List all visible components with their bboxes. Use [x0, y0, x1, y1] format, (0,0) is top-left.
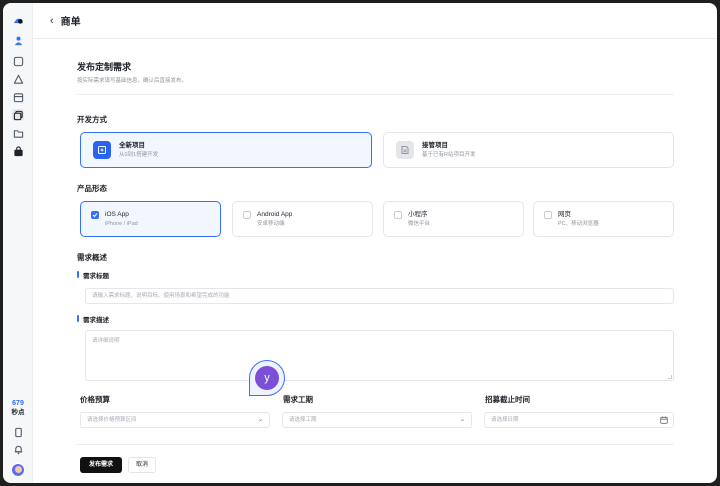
cloud-icon[interactable]	[12, 73, 24, 85]
period-select[interactable]: 请选择工期 ⌄	[282, 412, 472, 428]
resize-handle-icon[interactable]	[668, 375, 672, 379]
divider	[77, 444, 674, 445]
dev-mode-desc: 基于已有R站项目开发	[422, 152, 476, 158]
folder-icon[interactable]	[12, 127, 24, 139]
product-name: iOS App	[105, 211, 129, 218]
deadline-date-picker[interactable]: 请选择日期	[484, 412, 674, 428]
page-header: ‹ 商单	[33, 3, 717, 39]
app-window: 679 秒点 ‹ 商单 发布定制需求 按实际需求填写基础信息，确认后直接发布。 …	[3, 3, 717, 483]
dev-mode-desc: 从0到1搭建开发	[119, 152, 159, 158]
deadline-placeholder: 请选择日期	[491, 417, 519, 423]
calendar-icon	[660, 416, 668, 424]
page-title: 商单	[60, 17, 81, 28]
sidebar: 679 秒点	[3, 3, 33, 483]
cancel-button[interactable]: 取消	[128, 457, 156, 473]
product-option-miniprogram[interactable]: 小程序 微信平台	[383, 201, 524, 237]
dev-mode-option-new[interactable]: 全新项目 从0到1搭建开发	[80, 132, 372, 168]
product-option-ios[interactable]: iOS App iPhone / iPad	[80, 201, 221, 237]
points-value: 679	[12, 400, 24, 407]
budget-label: 价格预算	[80, 395, 110, 404]
requirement-desc-textarea[interactable]: 请详细说明	[85, 330, 674, 381]
checkbox-icon[interactable]	[394, 211, 402, 219]
product-desc: PC、移动浏览器	[558, 221, 599, 227]
product-name: 小程序	[408, 211, 428, 218]
dev-mode-name: 全新项目	[119, 142, 145, 149]
bag-icon[interactable]	[12, 145, 24, 157]
requirement-desc-label: 需求描述	[77, 314, 109, 324]
product-form-title: 产品形态	[77, 184, 107, 193]
bell-icon[interactable]	[12, 443, 24, 455]
requirement-title-label: 需求标题	[77, 270, 109, 280]
dev-mode-title: 开发方式	[77, 115, 107, 124]
overview-title: 需求概述	[77, 253, 107, 262]
phone-icon[interactable]	[12, 426, 24, 438]
product-desc: iPhone / iPad	[105, 221, 138, 227]
checkbox-icon[interactable]	[243, 211, 251, 219]
inbox-icon[interactable]	[12, 91, 24, 103]
chevron-left-icon[interactable]: ‹	[50, 15, 54, 27]
deadline-label: 招募截止时间	[485, 395, 530, 404]
checkbox-checked-icon[interactable]	[91, 211, 99, 219]
form-title: 发布定制需求	[77, 62, 132, 72]
dev-mode-option-takeover[interactable]: 接管项目 基于已有R站项目开发	[383, 132, 674, 168]
user-icon[interactable]	[12, 34, 24, 46]
period-placeholder: 请选择工期	[289, 417, 317, 423]
product-name: 网页	[558, 211, 571, 218]
copy-icon[interactable]	[12, 109, 24, 121]
logo-icon[interactable]	[12, 13, 24, 25]
dev-mode-name: 接管项目	[422, 142, 448, 149]
avatar[interactable]	[11, 463, 25, 477]
chevron-down-icon: ⌄	[257, 417, 263, 423]
budget-select[interactable]: 请选择价格预算区间 ⌄	[80, 412, 270, 428]
budget-placeholder: 请选择价格预算区间	[87, 417, 137, 423]
requirement-title-input[interactable]: 请输入需求标题，说明目标、使用场景和希望完成的功能	[85, 288, 674, 304]
product-desc: 微信平台	[408, 221, 431, 227]
form-subtitle: 按实际需求填写基础信息，确认后直接发布。	[77, 78, 188, 84]
divider	[77, 94, 674, 95]
period-label: 需求工期	[283, 395, 313, 404]
product-option-web[interactable]: 网页 PC、移动浏览器	[533, 201, 674, 237]
product-option-android[interactable]: Android App 安卓移动端	[232, 201, 373, 237]
chevron-down-icon: ⌄	[459, 417, 465, 423]
assistant-bubble[interactable]: y	[249, 360, 285, 396]
checkbox-icon[interactable]	[544, 211, 552, 219]
new-project-icon	[93, 141, 111, 159]
points-label: 秒点	[11, 409, 25, 416]
publish-button[interactable]: 发布需求	[80, 457, 122, 473]
points-counter[interactable]: 679 秒点	[3, 399, 33, 417]
product-desc: 安卓移动端	[257, 221, 285, 227]
textarea-placeholder: 请详细说明	[92, 338, 120, 344]
home-icon[interactable]	[12, 55, 24, 67]
product-name: Android App	[257, 211, 293, 218]
assistant-avatar: y	[255, 366, 279, 390]
takeover-project-icon	[396, 141, 414, 159]
